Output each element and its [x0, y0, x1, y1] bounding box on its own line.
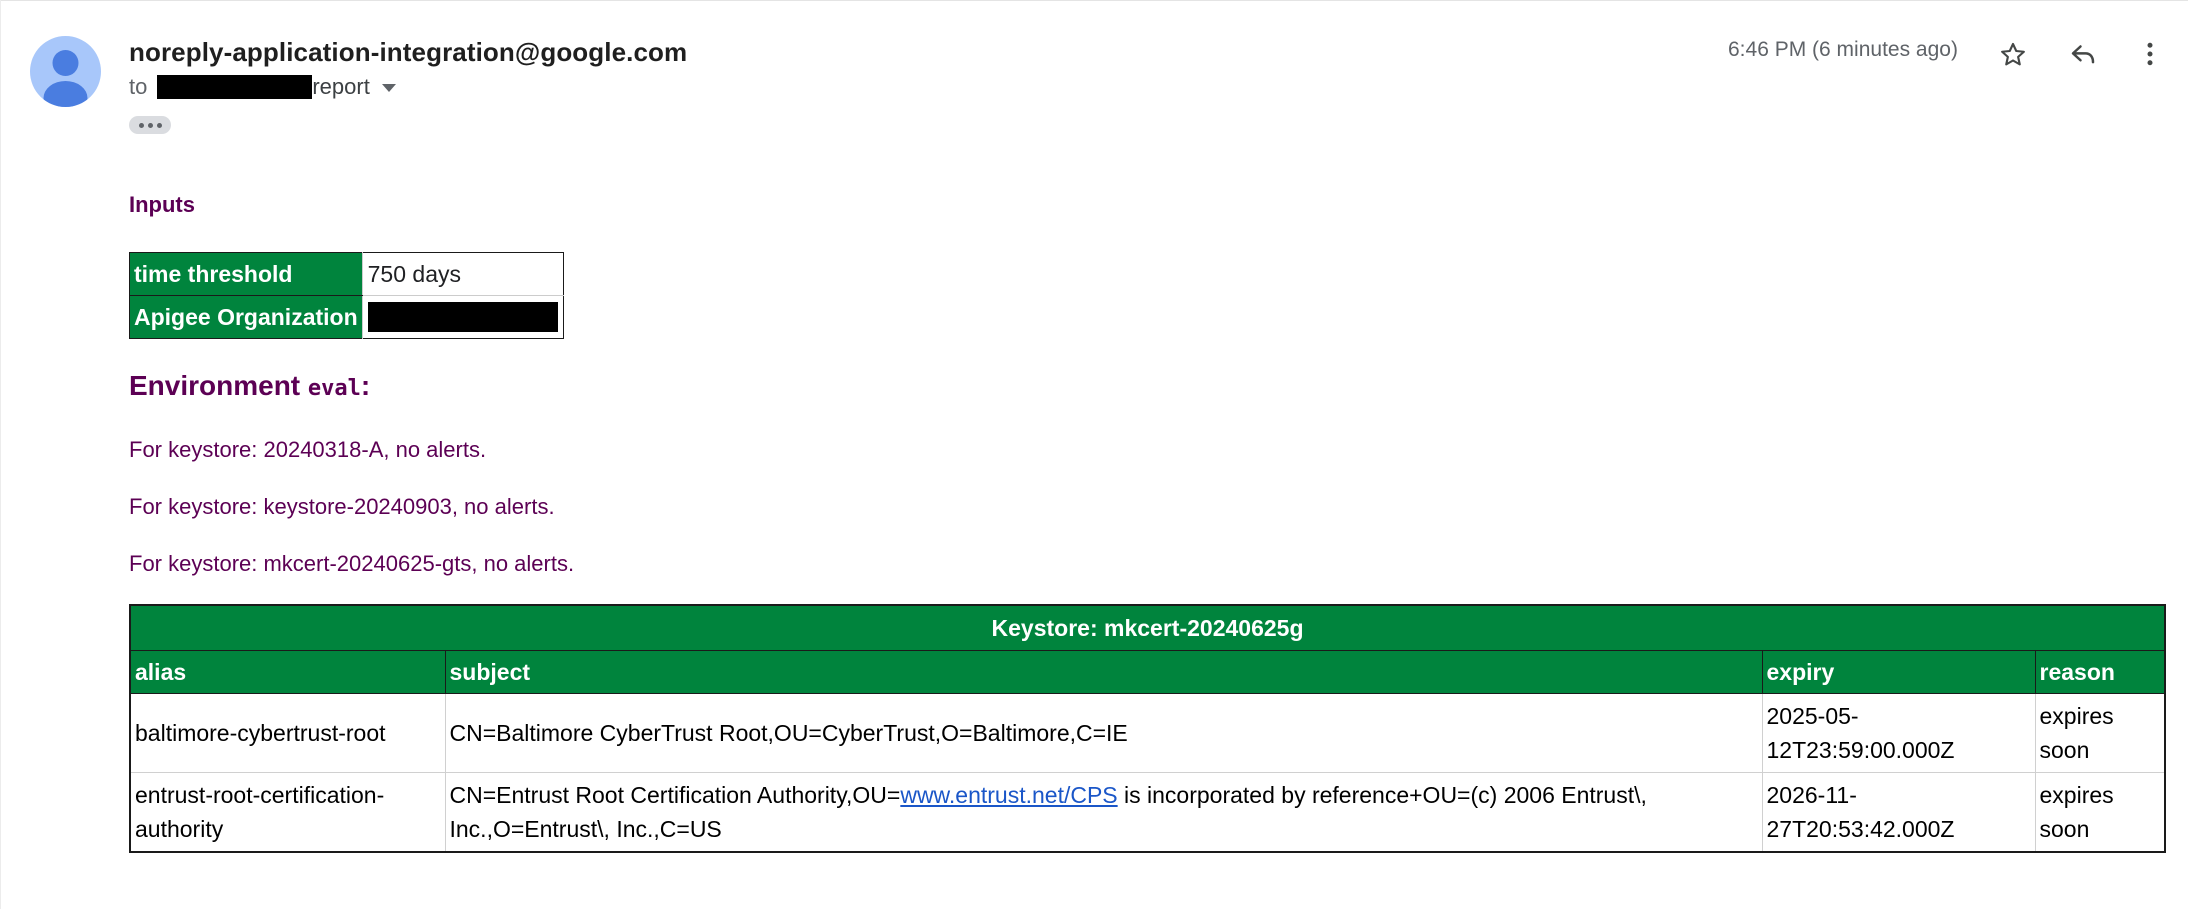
show-trimmed-content-button[interactable] [129, 116, 171, 134]
frame-left-border [0, 0, 1, 909]
inputs-heading: Inputs [129, 192, 195, 217]
subject-cell: CN=Entrust Root Certification Authority,… [444, 772, 1762, 852]
column-header-reason: reason [2034, 650, 2166, 694]
to-label: to [129, 74, 148, 99]
column-header-subject: subject [444, 650, 1762, 694]
keystore-status-line: For keystore: mkcert-20240625-gts, no al… [129, 551, 575, 576]
dot-icon [156, 122, 162, 128]
star-button[interactable] [1993, 35, 2033, 75]
alias-cell: baltimore-cybertrust-root [130, 693, 445, 773]
recipient-details-dropdown-icon[interactable] [381, 84, 396, 92]
table-row: time threshold 750 days [129, 252, 564, 296]
environment-name: eval [307, 376, 361, 401]
column-header-alias: alias [130, 650, 445, 694]
environment-heading-prefix: Environment [129, 370, 301, 401]
table-row: entrust-root-certification-authority CN=… [130, 772, 2166, 852]
environment-heading-suffix: : [360, 370, 371, 401]
keystore-table-title: Keystore: mkcert-20240625g [130, 605, 2166, 651]
keystore-table: Keystore: mkcert-20240625g alias subject… [129, 604, 2167, 853]
more-vert-icon [2147, 42, 2153, 66]
reply-icon [2071, 45, 2095, 64]
recipient-suffix: report [312, 74, 370, 99]
redacted-recipient [157, 75, 313, 99]
table-row: baltimore-cybertrust-root CN=Baltimore C… [130, 693, 2166, 773]
redacted-organization [367, 302, 558, 332]
expiry-cell: 2025-05-12T23:59:00.000Z [1761, 693, 2035, 773]
row-label: time threshold [129, 252, 363, 296]
reason-cell: expires soon [2034, 772, 2166, 852]
alias-cell: entrust-root-certification-authority [135, 782, 385, 842]
row-value: 750 days [361, 252, 564, 296]
keystore-title-row: Keystore: mkcert-20240625g [130, 605, 2166, 651]
row-label: Apigee Organization [129, 295, 363, 339]
sender-address: noreply-application-integration@google.c… [129, 37, 688, 67]
entrust-cps-link[interactable]: www.entrust.net/CPS [900, 782, 1117, 808]
reply-button[interactable] [2063, 34, 2103, 74]
table-row: Apigee Organization [129, 295, 564, 339]
keystore-header-row: alias subject expiry reason [130, 650, 2166, 694]
frame-top-border [0, 0, 2188, 1]
expiry-cell: 2026-11-27T20:53:42.000Z [1761, 772, 2035, 852]
keystore-status-line: For keystore: keystore-20240903, no aler… [129, 494, 555, 519]
subject-cell: CN=Baltimore CyberTrust Root,OU=CyberTru… [444, 693, 1762, 773]
column-header-expiry: expiry [1761, 650, 2035, 694]
keystore-status-line: For keystore: 20240318-A, no alerts. [129, 437, 487, 462]
dot-icon [138, 122, 144, 128]
environment-heading: Environment eval: [129, 370, 370, 402]
subject-text: CN=Entrust Root Certification Authority,… [449, 782, 901, 808]
sender-avatar-icon[interactable] [30, 36, 101, 107]
message-timestamp: 6:46 PM (6 minutes ago) [1728, 38, 1958, 61]
star-icon [2001, 42, 2025, 66]
inputs-table: time threshold 750 days Apigee Organizat… [129, 252, 564, 339]
more-options-button[interactable] [2130, 34, 2170, 74]
reason-cell: expires soon [2034, 693, 2166, 773]
row-value-redacted [361, 295, 564, 339]
recipient-line: to report [129, 74, 396, 100]
dot-icon [147, 122, 153, 128]
